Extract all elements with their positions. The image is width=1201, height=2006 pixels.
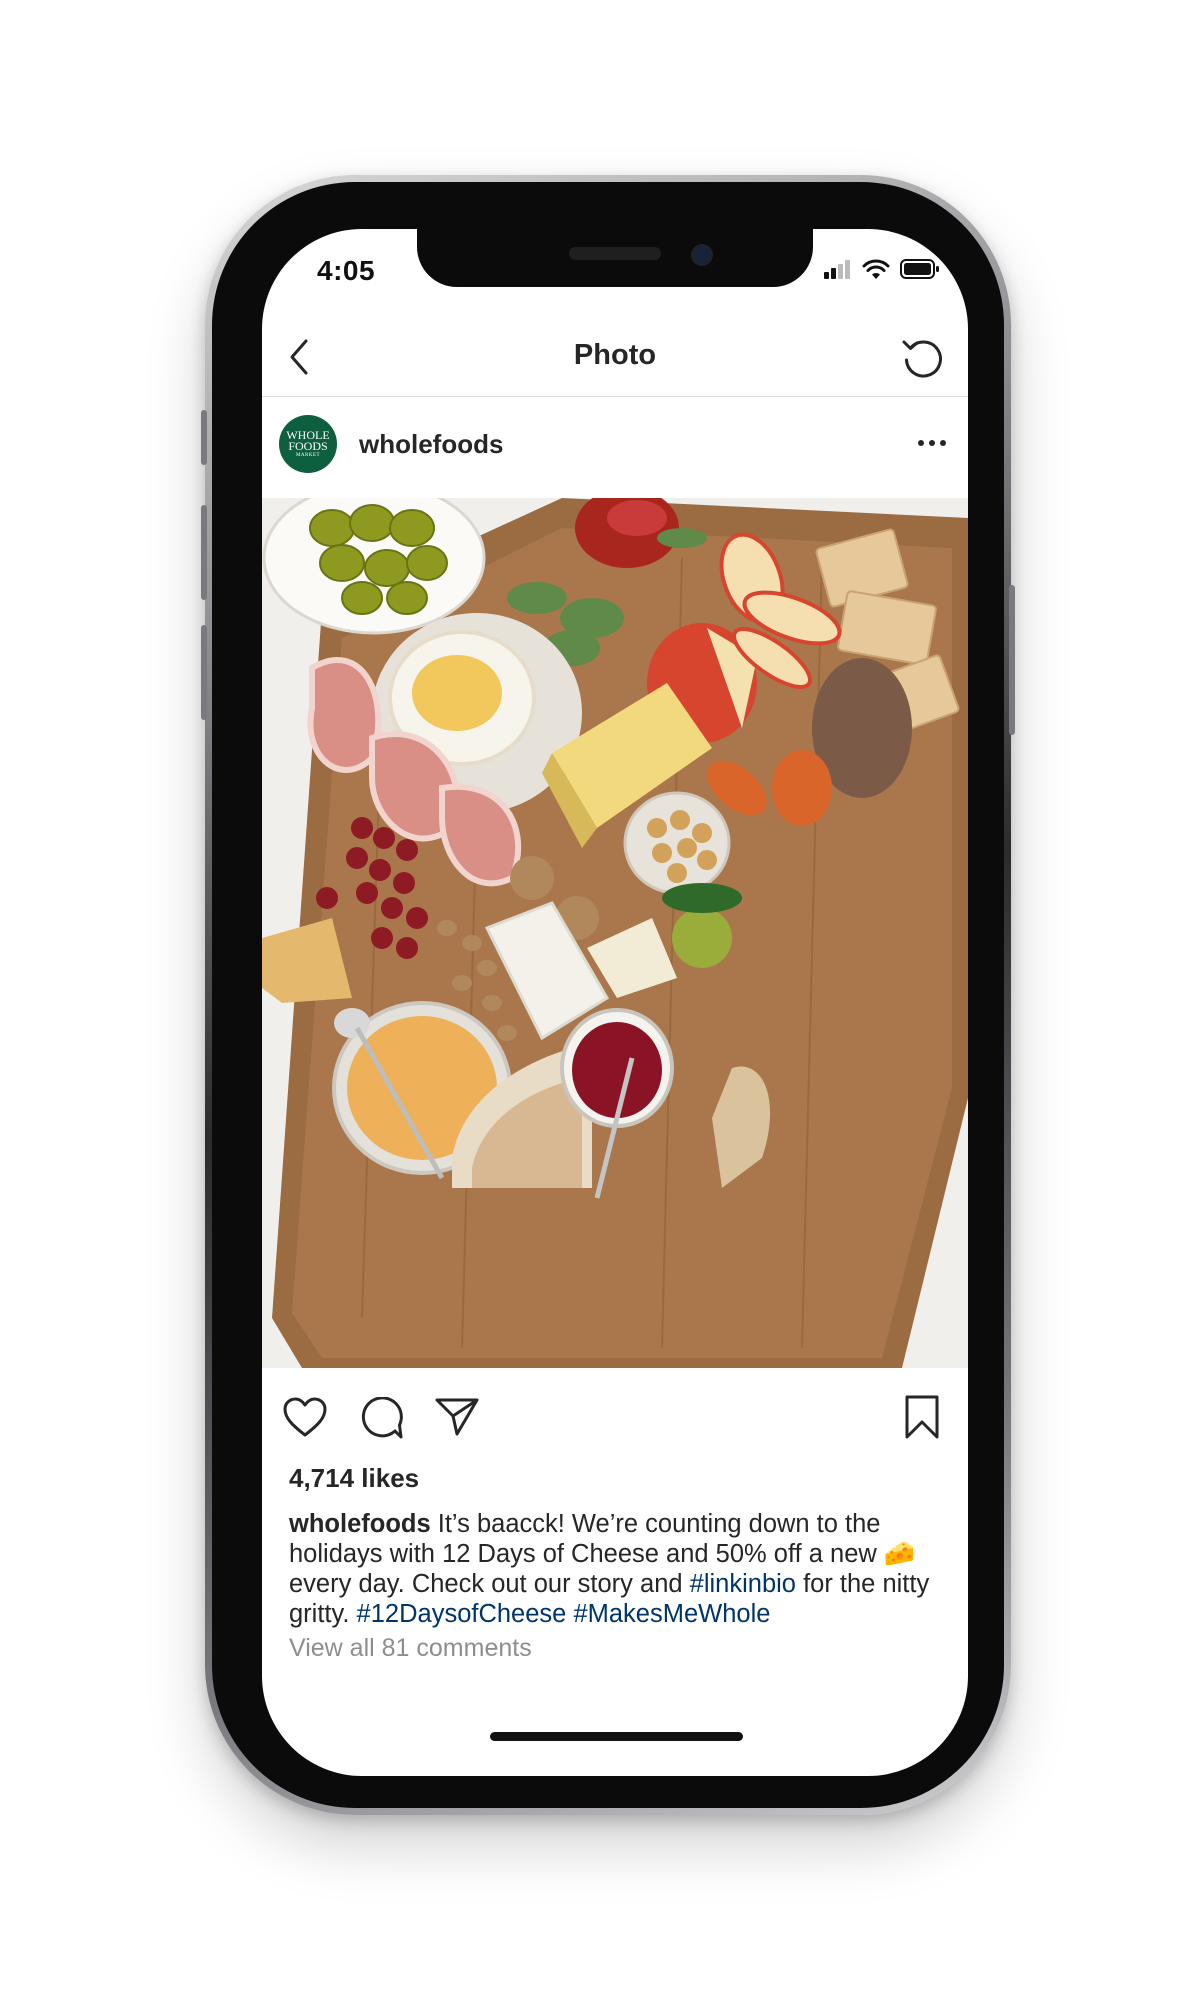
- avatar[interactable]: WHOLE FOODS MARKET: [279, 415, 337, 473]
- battery-icon: [900, 259, 939, 279]
- page-title: Photo: [573, 339, 657, 371]
- caption-text-2: every day. Check out our story and: [289, 1570, 690, 1598]
- notch: [417, 229, 813, 287]
- silent-switch: [201, 410, 207, 465]
- hashtag-12daysofcheese[interactable]: #12DaysofCheese: [357, 1600, 567, 1628]
- phone-frame: 4:05 Photo WHOLE FOODS MARKET wholefoods…: [201, 175, 1015, 1815]
- status-icons: [824, 257, 940, 281]
- signal-icon: [824, 260, 850, 279]
- more-icon[interactable]: [916, 436, 948, 450]
- post-header: WHOLE FOODS MARKET wholefoods: [262, 396, 968, 498]
- nav-bar: Photo: [262, 311, 968, 397]
- refresh-icon[interactable]: [898, 333, 946, 381]
- front-camera: [691, 244, 713, 266]
- home-indicator[interactable]: [490, 1732, 743, 1741]
- share-icon[interactable]: [434, 1396, 480, 1438]
- view-comments-link[interactable]: View all 81 comments: [289, 1634, 532, 1663]
- avatar-logo-line-2: FOODS: [288, 438, 328, 453]
- post-photo[interactable]: [262, 498, 968, 1368]
- hashtag-linkinbio[interactable]: #linkinbio: [690, 1570, 796, 1598]
- phone-bezel: 4:05 Photo WHOLE FOODS MARKET wholefoods…: [212, 182, 1004, 1808]
- status-time: 4:05: [317, 255, 376, 286]
- caption-username[interactable]: wholefoods: [289, 1510, 431, 1538]
- action-bar: [262, 1368, 968, 1478]
- volume-down-button: [201, 625, 207, 720]
- power-button: [1009, 585, 1015, 735]
- heart-icon[interactable]: [282, 1396, 328, 1438]
- screen: 4:05 Photo WHOLE FOODS MARKET wholefoods…: [262, 229, 968, 1776]
- post-caption: wholefoods It’s baacck! We’re counting d…: [289, 1509, 949, 1629]
- cheese-board-image: [262, 498, 968, 1368]
- hashtag-makesmewhole[interactable]: #MakesMeWhole: [573, 1600, 770, 1628]
- likes-count[interactable]: 4,714 likes: [289, 1463, 419, 1494]
- volume-up-button: [201, 505, 207, 600]
- wifi-icon: [862, 259, 890, 279]
- avatar-logo-line-3: MARKET: [295, 452, 321, 458]
- speaker-grille: [569, 247, 661, 260]
- post-username[interactable]: wholefoods: [359, 429, 503, 460]
- comment-icon[interactable]: [360, 1397, 404, 1441]
- cheese-emoji: 🧀: [883, 1540, 916, 1568]
- bookmark-icon[interactable]: [902, 1394, 942, 1440]
